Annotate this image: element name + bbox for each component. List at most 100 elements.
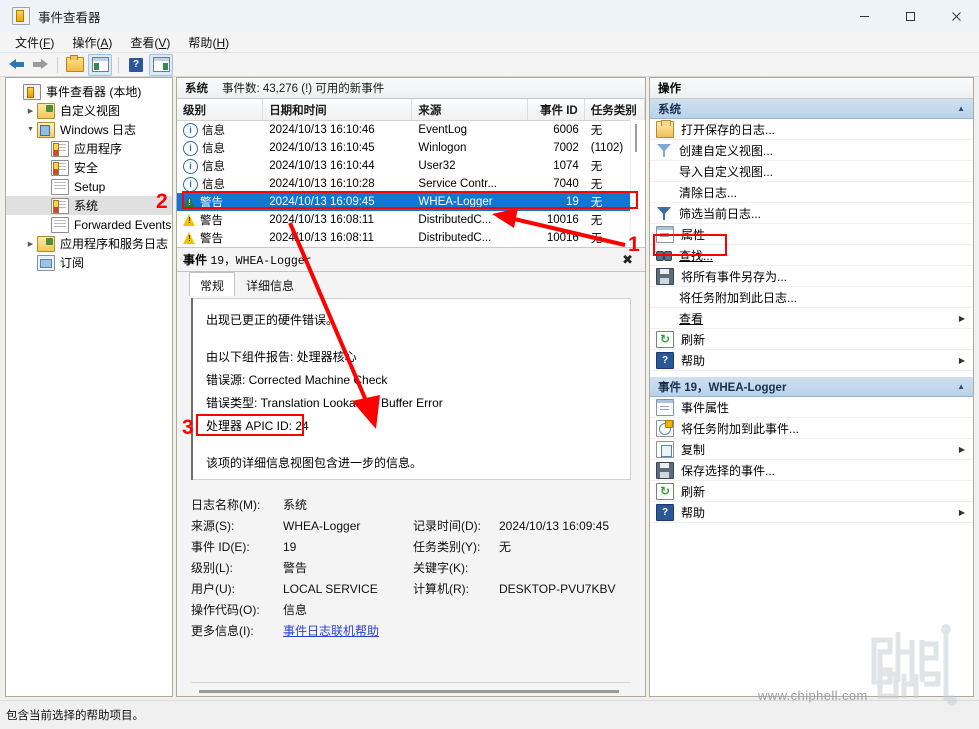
- column-header-level[interactable]: 级别: [177, 99, 264, 120]
- action-item-0-9[interactable]: 查看 ▶: [650, 308, 973, 329]
- forward-button[interactable]: [29, 55, 51, 75]
- action-item-label: 创建自定义视图...: [679, 143, 774, 158]
- action-item-0-4[interactable]: 筛选当前日志...: [650, 203, 973, 224]
- table-row[interactable]: i 信息 2024/10/13 16:10:44 User32 1074 无: [177, 157, 645, 175]
- column-header-datetime[interactable]: 日期和时间: [263, 99, 413, 120]
- table-row[interactable]: i 信息 2024/10/13 16:10:46 EventLog 6006 无: [177, 121, 645, 139]
- action-item-1-5[interactable]: 帮助 ▶: [650, 502, 973, 523]
- chevron-right-icon[interactable]: ▶: [24, 104, 37, 117]
- action-item-0-2[interactable]: 导入自定义视图...: [650, 161, 973, 182]
- action-item-0-7[interactable]: 将所有事件另存为...: [650, 266, 973, 287]
- action-item-1-4[interactable]: 刷新: [650, 481, 973, 502]
- menu-help[interactable]: 帮助(H): [179, 32, 238, 53]
- tree-item-label: 应用程序和服务日志: [60, 237, 169, 251]
- minimize-button[interactable]: [841, 0, 887, 32]
- column-header-task-category[interactable]: 任务类别: [585, 99, 645, 120]
- actions-section-header-0[interactable]: 系统 ▲: [650, 99, 973, 119]
- action-item-0-3[interactable]: 清除日志...: [650, 182, 973, 203]
- action-item-0-5[interactable]: 属性: [650, 224, 973, 245]
- action-item-0-0[interactable]: 打开保存的日志...: [650, 119, 973, 140]
- action-item-label: 帮助: [681, 353, 706, 368]
- column-header-event-id[interactable]: 事件 ID: [528, 99, 585, 120]
- tree-item-label: 自定义视图: [60, 104, 121, 118]
- close-button[interactable]: [933, 0, 979, 32]
- property-label-keywords: 关键字(K):: [413, 561, 469, 575]
- tree-item-4[interactable]: 安全: [6, 158, 172, 177]
- submenu-arrow-icon[interactable]: ▶: [959, 314, 965, 323]
- tree-item-3[interactable]: 应用程序: [6, 139, 172, 158]
- action-item-0-10[interactable]: 刷新: [650, 329, 973, 350]
- menu-action[interactable]: 操作(A): [63, 32, 121, 53]
- chevron-down-icon[interactable]: ▼: [24, 123, 37, 136]
- action-item-label: 查看: [679, 311, 704, 326]
- actions-sections: 系统 ▲ 打开保存的日志... 创建自定义视图... 导入自定义视图... 清除日志...…: [650, 99, 973, 523]
- table-row[interactable]: i 信息 2024/10/13 16:10:28 Service Contr... 70…: [177, 175, 645, 193]
- show-action-pane-button[interactable]: [149, 53, 173, 76]
- action-item-1-3[interactable]: 保存选择的事件...: [650, 460, 973, 481]
- tree-item-7[interactable]: Forwarded Events: [6, 215, 172, 234]
- cell-level-label: 信息: [202, 161, 225, 173]
- action-item-0-1[interactable]: 创建自定义视图...: [650, 140, 973, 161]
- events-list-scroll-thumb[interactable]: [635, 124, 637, 152]
- action-item-label: 将任务附加到此事件...: [681, 421, 800, 436]
- tree-item-0[interactable]: 事件查看器 (本地): [6, 82, 172, 101]
- tab-details[interactable]: 详细信息: [235, 272, 305, 296]
- tree-item-label: 事件查看器 (本地): [46, 85, 142, 99]
- open-folder-button[interactable]: [64, 55, 86, 75]
- tree-item-6[interactable]: 系统: [6, 196, 172, 215]
- action-item-label: 复制: [681, 442, 706, 457]
- maximize-button[interactable]: [887, 0, 933, 32]
- chevron-up-icon[interactable]: ▲: [957, 104, 965, 113]
- tree-item-5[interactable]: Setup: [6, 177, 172, 196]
- back-button[interactable]: [5, 55, 27, 75]
- menu-file[interactable]: 文件(F): [6, 32, 63, 53]
- cell-event-id: 1074: [553, 160, 579, 172]
- action-item-label: 将所有事件另存为...: [681, 269, 788, 284]
- events-list-scrollbar[interactable]: [630, 120, 645, 246]
- chevron-right-icon[interactable]: ▶: [24, 237, 37, 250]
- submenu-arrow-icon[interactable]: ▶: [959, 445, 965, 454]
- help-button[interactable]: ?: [125, 55, 147, 75]
- tree-item-1[interactable]: ▶ 自定义视图: [6, 101, 172, 120]
- events-rows: i 信息 2024/10/13 16:10:46 EventLog 6006 无 i 信息 20…: [177, 121, 645, 247]
- table-row[interactable]: 警告 2024/10/13 16:08:11 DistributedC... 1001…: [177, 229, 645, 247]
- action-item-0-6[interactable]: 查找...: [650, 245, 973, 266]
- tree-item-9[interactable]: 订阅: [6, 253, 172, 272]
- event-log-online-help-link[interactable]: 事件日志联机帮助: [283, 622, 379, 639]
- submenu-arrow-icon[interactable]: ▶: [959, 508, 965, 517]
- menu-view[interactable]: 查看(V): [121, 32, 179, 53]
- show-tree-pane-icon: [91, 57, 109, 72]
- action-item-1-1[interactable]: 将任务附加到此事件...: [650, 418, 973, 439]
- tree-item-8[interactable]: ▶ 应用程序和服务日志: [6, 234, 172, 253]
- table-row[interactable]: 警告2024/10/13 16:09:45WHEA-Logger19无: [177, 193, 645, 211]
- tab-general[interactable]: 常规: [189, 272, 236, 296]
- event-message-line-5: 处理器 APIC ID: 24: [206, 419, 309, 433]
- event-viewer-icon: [23, 83, 41, 100]
- information-icon: i: [183, 140, 198, 156]
- action-item-1-0[interactable]: 事件属性: [650, 397, 973, 418]
- table-row[interactable]: i 信息 2024/10/13 16:10:45 Winlogon 7002 (1102): [177, 139, 645, 157]
- event-message-line-2: 由以下组件报告: 处理器核心: [206, 350, 357, 364]
- table-row[interactable]: 警告 2024/10/13 16:08:11 DistributedC... 1001…: [177, 211, 645, 229]
- property-value-event-id: 19: [283, 539, 297, 554]
- detail-horizontal-scrollbar[interactable]: [191, 688, 631, 696]
- detail-scroll-thumb[interactable]: [199, 690, 619, 693]
- chevron-up-icon[interactable]: ▲: [957, 382, 965, 391]
- show-tree-pane-button[interactable]: [88, 53, 112, 76]
- cell-level-label: 警告: [200, 233, 223, 245]
- cell-level-label: 警告: [200, 215, 223, 227]
- status-bar: 包含当前选择的帮助项目。: [0, 700, 979, 729]
- action-item-1-2[interactable]: 复制 ▶: [650, 439, 973, 460]
- tree-item-2[interactable]: ▼ Windows 日志: [6, 120, 172, 139]
- action-item-0-11[interactable]: 帮助 ▶: [650, 350, 973, 371]
- tree-item-label: 应用程序: [74, 142, 123, 156]
- tree-item-label: 安全: [74, 161, 99, 175]
- event-detail-close-icon[interactable]: ✖: [616, 252, 639, 268]
- properties-icon: [656, 225, 674, 243]
- column-header-source[interactable]: 来源: [412, 99, 529, 120]
- property-row-more-info: 更多信息(I): 事件日志联机帮助: [191, 620, 637, 641]
- cell-source: Winlogon: [418, 142, 467, 154]
- actions-section-header-1[interactable]: 事件 19，WHEA-Logger ▲: [650, 377, 973, 397]
- submenu-arrow-icon[interactable]: ▶: [959, 356, 965, 365]
- action-item-0-8[interactable]: 将任务附加到此日志...: [650, 287, 973, 308]
